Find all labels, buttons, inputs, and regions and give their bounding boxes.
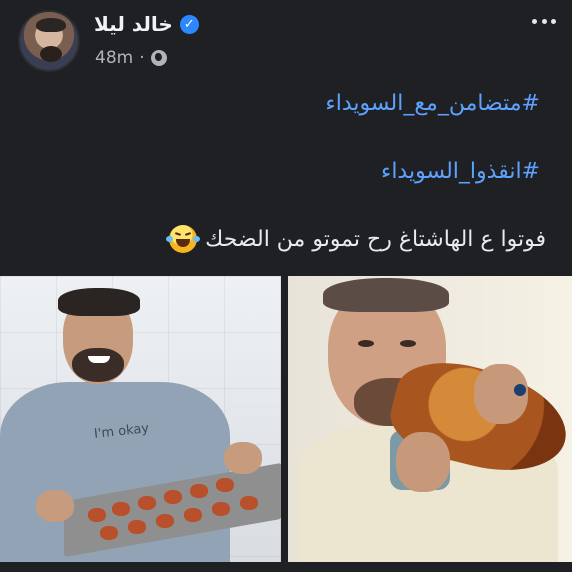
hand	[36, 490, 74, 522]
meat-piece	[164, 490, 182, 504]
hand	[396, 432, 450, 492]
verified-badge-icon: ✓	[179, 14, 199, 34]
post-caption-row: فوتوا ع الهاشتاغ رح تموتو من الضحك	[166, 225, 546, 253]
hand	[224, 442, 262, 474]
post-photo-left[interactable]: I'm okay	[0, 276, 281, 562]
public-globe-icon	[150, 50, 167, 66]
man-hair	[323, 278, 449, 312]
author-name[interactable]: خالد ليلا	[94, 12, 173, 36]
meat-piece	[100, 526, 118, 540]
post-caption: فوتوا ع الهاشتاغ رح تموتو من الضحك	[205, 226, 546, 252]
mouth	[176, 239, 191, 247]
hashtag-link[interactable]: #متضامن_مع_السويداء	[325, 91, 540, 116]
meat-piece	[128, 520, 146, 534]
eye	[185, 232, 192, 236]
tear	[166, 236, 174, 242]
meat-piece	[216, 478, 234, 492]
more-dot	[551, 18, 556, 24]
meat-piece	[240, 496, 258, 510]
tear	[193, 236, 201, 242]
more-dot	[541, 18, 547, 24]
meat-piece	[184, 508, 202, 522]
more-dot	[532, 18, 537, 24]
ring	[514, 384, 526, 396]
meat-piece	[88, 508, 106, 522]
post-photo-right[interactable]	[288, 276, 572, 562]
eye	[358, 340, 374, 347]
post-header: خالد ليلا ✓ 48m ·	[0, 0, 572, 80]
meat-piece	[190, 484, 208, 498]
meat-piece	[112, 502, 130, 516]
avatar-hair	[36, 18, 66, 32]
post-meta: 48m ·	[95, 48, 167, 68]
eye	[400, 340, 416, 347]
post-timestamp[interactable]: 48m	[95, 48, 133, 68]
meat-piece	[212, 502, 230, 516]
hashtag-link[interactable]: #انقذوا_السويداء	[381, 159, 540, 184]
man-smile	[88, 356, 110, 363]
meta-separator: ·	[139, 48, 145, 68]
laughing-tears-icon	[166, 225, 201, 253]
author-avatar[interactable]	[18, 10, 80, 72]
avatar-beard	[40, 46, 62, 62]
man-beard	[72, 348, 124, 382]
meat-piece	[156, 514, 174, 528]
man-hair	[58, 288, 140, 316]
eye	[175, 232, 182, 236]
author-name-row: خالد ليلا ✓	[94, 12, 199, 36]
meat-piece	[138, 496, 156, 510]
more-options-button[interactable]	[532, 12, 556, 30]
